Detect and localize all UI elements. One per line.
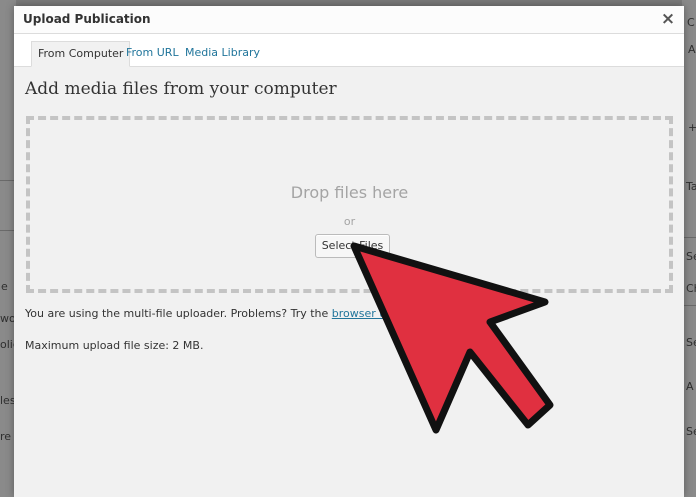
background-fragment: A — [686, 380, 694, 393]
background-divider — [682, 237, 696, 238]
tab-from-computer[interactable]: From Computer — [31, 41, 131, 67]
background-fragment: Ta — [686, 180, 696, 193]
background-fragment: C — [687, 16, 695, 29]
tab-bar: From Computer From URL Media Library — [14, 34, 684, 67]
background-fragment: Ch — [686, 282, 696, 295]
page-title: Add media files from your computer — [25, 79, 337, 99]
dialog-title: Upload Publication — [23, 12, 151, 26]
background-fragment: e — [1, 280, 8, 293]
browser-uploader-link[interactable]: browser uploader — [332, 307, 428, 320]
background-fragment: Se — [686, 425, 696, 438]
dialog-titlebar: Upload Publication × — [14, 6, 684, 34]
select-files-button[interactable]: Select Files — [315, 234, 390, 258]
background-fragment: + — [688, 121, 696, 134]
or-label: or — [343, 215, 356, 228]
background-fragment: Se — [686, 250, 696, 263]
drop-files-label: Drop files here — [290, 183, 409, 202]
background-fragment: A — [688, 43, 696, 56]
background-right-strip — [682, 0, 696, 497]
max-upload-size: Maximum upload file size: 2 MB. — [25, 339, 204, 352]
close-icon[interactable]: × — [658, 7, 678, 31]
drop-zone[interactable]: Drop files here or Select Files — [26, 116, 673, 293]
upload-content: Add media files from your computer Drop … — [14, 67, 684, 497]
upload-dialog: Upload Publication × From Computer From … — [14, 6, 684, 497]
tab-media-library[interactable]: Media Library — [179, 41, 266, 67]
uploader-info: You are using the multi-file uploader. P… — [25, 307, 428, 320]
background-fragment: Se — [686, 336, 696, 349]
tab-from-url[interactable]: From URL — [120, 41, 185, 67]
uploader-info-text: You are using the multi-file uploader. P… — [25, 307, 332, 320]
background-fragment: re — [0, 430, 12, 443]
background-divider — [682, 305, 696, 306]
